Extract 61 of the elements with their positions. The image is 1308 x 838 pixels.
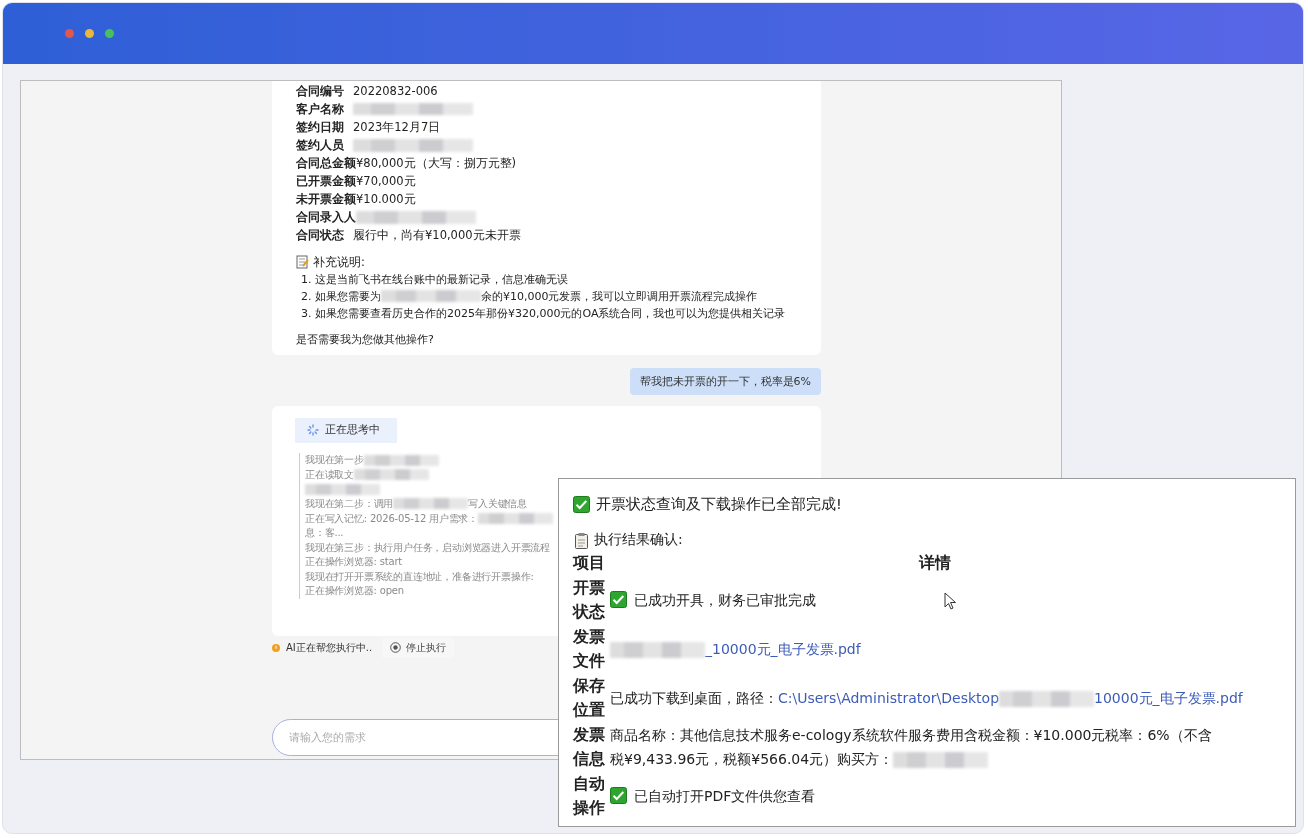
field-label: 签约人员	[296, 137, 345, 153]
result-subtitle: 执行结果确认:	[594, 531, 683, 549]
detail-text: 已成功下载到桌面，路径：	[610, 690, 778, 706]
minimize-icon[interactable]	[85, 29, 94, 38]
log-line: 写入关键信息	[468, 496, 527, 511]
memo-icon	[296, 255, 309, 270]
badge-text: 正在思考中	[325, 423, 380, 438]
field-label: 合同录入人	[296, 210, 356, 226]
log-line: 正在操作浏览器: start	[305, 555, 403, 570]
user-message: 帮我把未开票的开一下，税率是6%	[629, 367, 821, 395]
checkbox-icon	[573, 495, 590, 513]
field-label: 已开票金额	[296, 174, 356, 189]
item-label: 开票状态	[573, 578, 606, 623]
maximize-icon[interactable]	[105, 29, 114, 38]
log-line: 我现在第一步	[305, 453, 364, 468]
field-label: 未开票金额	[296, 192, 356, 208]
note-text: 余的¥10,000元发票，我可以立即调用开票流程完成操作	[481, 288, 758, 304]
note-text: 2. 如果您需要为	[301, 288, 381, 304]
notes-heading: 补充说明:	[313, 254, 365, 270]
note-text: 1. 这是当前飞书在线台账中的最新记录，信息准确无误	[301, 271, 568, 287]
item-label: 保存位置	[573, 676, 606, 721]
column-header: 项目	[573, 552, 605, 574]
log-line: 正在操作浏览器: open	[305, 584, 404, 599]
log-line: 我现在打开开票系统的直连地址，准备进行开票操作:	[305, 569, 534, 584]
field-label: 客户名称	[296, 101, 345, 117]
field-label: 合同状态	[296, 228, 345, 244]
item-label: 发票文件	[573, 627, 606, 672]
log-line: 正在写入记忆: 2026-05-12 用户需求：	[305, 511, 479, 526]
detail-text: 已成功开具，财务已审批完成	[634, 592, 816, 608]
question-text: 是否需要我为您做其他操作?	[296, 331, 435, 347]
item-label: 自动操作	[573, 774, 606, 819]
field-value: ¥70,000元	[356, 174, 416, 189]
status-text: AI正在帮您执行中..	[286, 640, 373, 655]
detail-text: 商品名称：其他信息技术服务e-cology系统软件服务费用含税金额：¥10.000元税率：6%（不含	[610, 727, 1212, 743]
field-value: 履行中，尚有¥10,000元未开票	[353, 228, 521, 244]
note-text: 3. 如果您需要查看历史合作的2025年那份¥320,000元的OA系统合同，我也可以为您提供相关记录	[301, 305, 786, 321]
file-link[interactable]: C:\Users\Administrator\Desktop	[778, 690, 1000, 706]
detail-text: 已自动打开PDF文件供您查看	[634, 788, 816, 804]
field-value: 2023年12月7日	[353, 119, 441, 135]
file-link[interactable]: _10000元_电子发票.pdf	[705, 641, 861, 657]
log-line: 正在读取文	[305, 467, 354, 482]
radio-icon	[390, 642, 402, 654]
close-icon[interactable]	[65, 29, 74, 38]
log-line: 我现在第三步：执行用户任务，启动浏览器进入开票流程	[305, 540, 550, 555]
clipboard-icon	[573, 531, 590, 549]
field-value: 20220832-006	[353, 84, 438, 99]
item-label: 发票信息	[573, 725, 606, 770]
field-value: ¥10.000元	[356, 192, 416, 208]
field-label: 签约日期	[296, 119, 345, 135]
file-link[interactable]: 10000元_电子发票.pdf	[1094, 690, 1243, 706]
column-header: 详情	[917, 552, 952, 574]
result-title: 开票状态查询及下载操作已全部完成!	[596, 494, 842, 514]
log-line: 我现在第二步：调用	[305, 496, 394, 511]
field-value: ¥80,000元（大写：捌万元整)	[356, 155, 517, 171]
field-label: 合同编号	[296, 83, 345, 99]
detail-text: 税¥9,433.96元，税额¥566.04元）购买方：	[610, 751, 894, 767]
cursor-icon	[944, 592, 956, 610]
spinner-icon	[307, 424, 319, 437]
log-line: 息：客...	[305, 526, 344, 541]
field-label: 合同总金额	[296, 155, 356, 171]
warning-icon	[272, 643, 280, 652]
